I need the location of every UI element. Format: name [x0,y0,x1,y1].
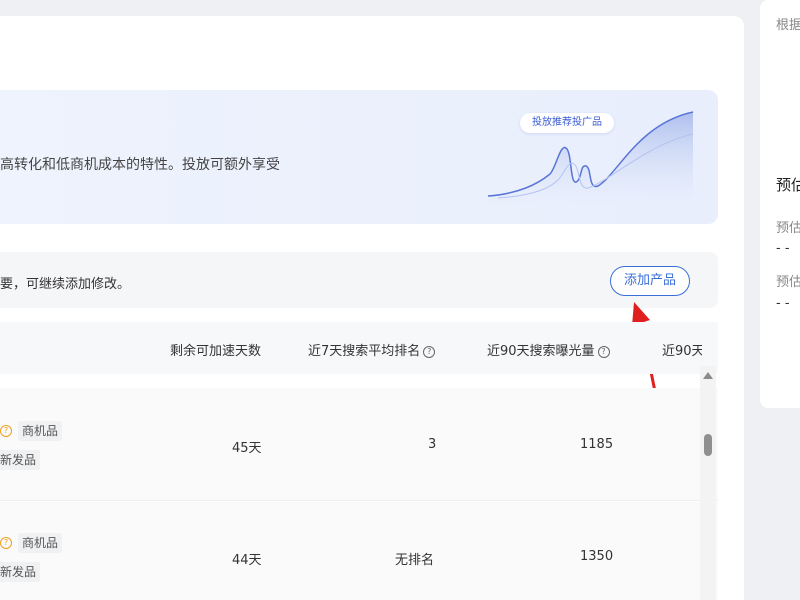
cell-exposure: 1350 [580,549,614,564]
header-remaining-days: 剩余可加速天数 [170,344,262,359]
right-panel-label-1: 预估 [776,221,800,236]
cell-rank: 无排名 [395,553,435,568]
scrollbar-thumb[interactable] [704,434,712,456]
right-panel [760,0,800,408]
right-panel-label-2: 预估 [776,275,800,290]
right-panel-top-text: 根据 [776,18,800,33]
tag-new: 新发品 [0,562,41,582]
header-90day-cut: 近90天搜 [662,344,702,359]
scrollbar-track[interactable] [700,366,716,600]
cell-rank: 3 [428,437,437,452]
scroll-up-arrow-icon[interactable] [703,372,713,379]
header-7day-rank-label: 近7天搜索平均排名 [308,344,421,359]
notice-text: 要，可继续添加修改。 [0,277,131,292]
cell-exposure: 1185 [580,437,614,452]
banner-chip: 投放推荐投广品 [520,113,614,133]
warning-question-icon[interactable]: ? [0,425,12,437]
tag-opportunity: 商机品 [18,533,63,553]
cell-days: 44天 [232,553,262,568]
cell-days: 45天 [232,441,262,456]
header-90day-exposure-label: 近90天搜索曝光量 [487,344,595,359]
header-90day-exposure: 近90天搜索曝光量? [487,340,610,359]
question-circle-icon[interactable]: ? [597,346,610,358]
warning-question-icon[interactable]: ? [0,537,12,549]
right-panel-section-title: 预估 [776,176,800,194]
header-7day-rank: 近7天搜索平均排名? [308,340,436,359]
question-circle-icon[interactable]: ? [423,346,436,358]
tag-opportunity: 商机品 [18,421,63,441]
right-panel-value-2: - - [776,296,790,311]
banner-description: 高转化和低商机成本的特性。投放可额外享受 [0,157,280,173]
page: 根据 预估 预估 - - 预估 - - 高转化和低商机成本的特性。投放可额外享受… [0,0,800,600]
right-panel-value-1: - - [776,241,790,256]
tag-new: 新发品 [0,450,41,470]
add-product-button[interactable]: 添加产品 [610,266,690,296]
